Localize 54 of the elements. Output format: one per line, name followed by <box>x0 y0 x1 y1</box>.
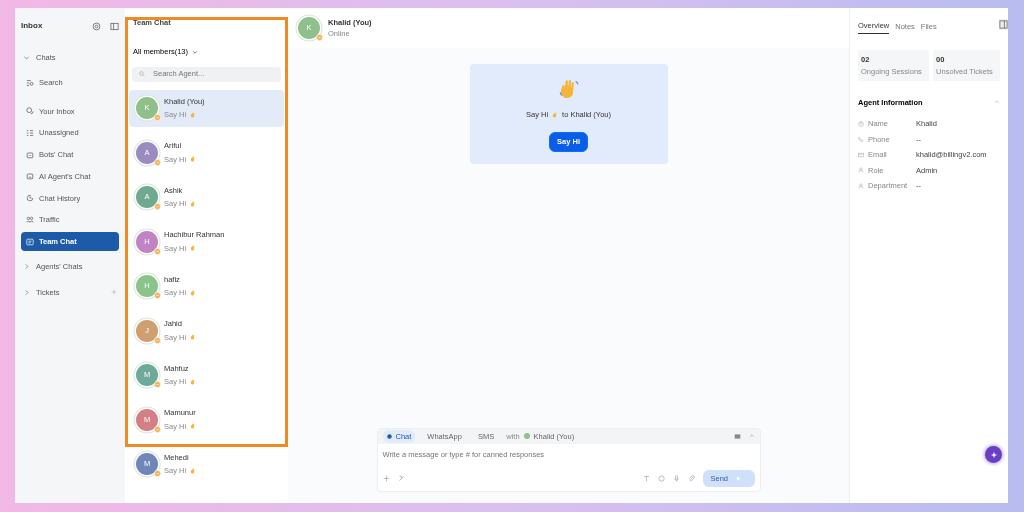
status-badge-icon <box>154 425 161 433</box>
waving-hand-icon <box>190 156 197 163</box>
message-icon <box>26 237 34 246</box>
waving-hand-icon <box>190 245 197 252</box>
chevron-up-icon[interactable] <box>748 433 755 440</box>
plus-icon[interactable] <box>111 289 117 296</box>
waving-hand-icon <box>190 289 197 296</box>
caret-icon <box>192 48 198 55</box>
history-icon <box>26 194 34 203</box>
panel-toggle-icon[interactable] <box>999 19 1008 30</box>
sidebar-title: Inbox <box>21 20 44 32</box>
send-icon <box>736 475 742 481</box>
waving-hand-icon <box>557 78 580 100</box>
waving-hand-icon <box>190 111 197 118</box>
list-icon <box>26 128 34 137</box>
recipient-avatar <box>523 433 530 440</box>
phone-icon <box>858 136 864 143</box>
status-badge-icon <box>154 203 161 210</box>
status-badge-icon <box>154 381 161 388</box>
text-format-icon[interactable] <box>642 474 650 482</box>
waving-hand-icon <box>190 334 197 341</box>
status-badge-icon <box>154 158 161 166</box>
status-badge-icon <box>154 470 161 477</box>
status-badge-icon <box>154 336 161 344</box>
person-icon <box>858 167 864 174</box>
assistant-button[interactable] <box>985 446 1002 463</box>
paperclip-icon[interactable] <box>687 474 695 482</box>
user-circle-icon <box>858 120 864 127</box>
waving-hand-icon <box>190 423 197 430</box>
chat-bubbles-icon <box>26 107 34 116</box>
panel-toggle-icon[interactable] <box>110 21 119 31</box>
envelope-icon <box>858 151 864 158</box>
waving-hand-icon <box>190 200 197 207</box>
chevron-right-icon <box>23 288 30 296</box>
waving-hand-icon <box>190 378 197 385</box>
status-badge-icon <box>154 114 161 121</box>
settings-icon[interactable] <box>92 21 101 31</box>
status-badge-icon <box>154 247 161 255</box>
chevron-right-icon <box>23 263 30 271</box>
search-icon <box>139 71 145 77</box>
chat-bubble-icon <box>386 433 392 439</box>
people-icon <box>26 215 34 224</box>
chevron-up-icon <box>994 99 1000 106</box>
robot-icon <box>26 150 34 159</box>
person-icon <box>858 182 864 189</box>
status-badge-icon <box>316 34 323 41</box>
waving-hand-icon <box>552 111 559 118</box>
search-icon <box>26 78 34 87</box>
status-badge-icon <box>154 292 161 299</box>
microphone-icon[interactable] <box>672 474 680 482</box>
waving-hand-icon <box>190 467 197 474</box>
keyboard-icon[interactable] <box>733 432 741 440</box>
chevron-down-icon <box>23 54 30 62</box>
robot-icon <box>26 172 34 181</box>
